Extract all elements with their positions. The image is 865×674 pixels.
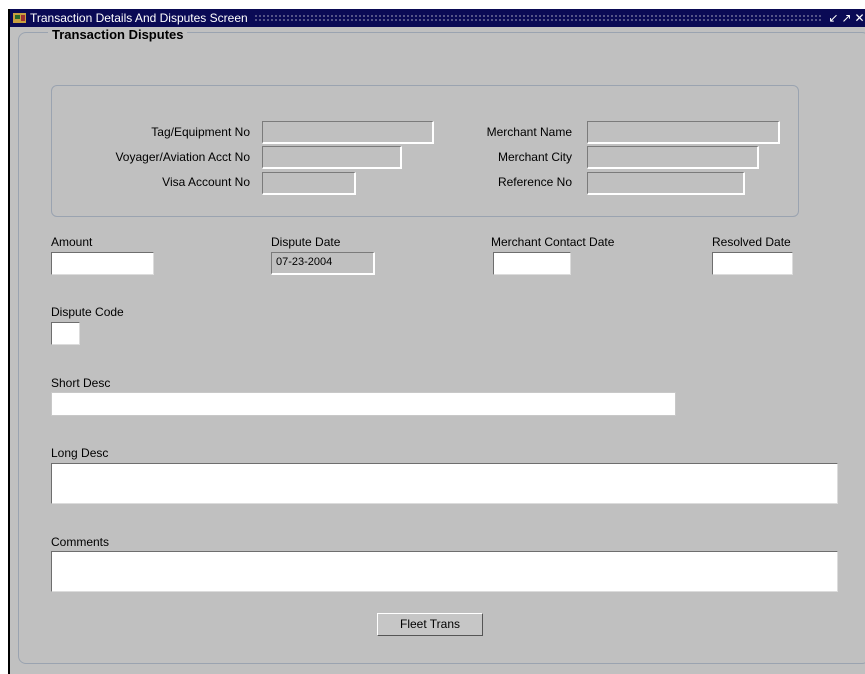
close-icon[interactable]: ✕	[854, 11, 865, 25]
amount-label: Amount	[51, 235, 93, 249]
merchant-name-field[interactable]	[587, 121, 780, 144]
voyager-aviation-acct-no-label: Voyager/Aviation Acct No	[115, 150, 250, 164]
fleet-trans-button[interactable]: Fleet Trans	[377, 613, 483, 636]
short-desc-field[interactable]	[51, 392, 676, 416]
long-desc-label: Long Desc	[51, 446, 109, 460]
reference-no-label: Reference No	[497, 175, 572, 189]
dispute-date-field[interactable]: 07-23-2004	[271, 252, 375, 275]
reference-no-field[interactable]	[587, 172, 745, 195]
minimize-icon[interactable]: ↙	[828, 11, 839, 25]
maximize-icon[interactable]: ↗	[841, 11, 852, 25]
amount-field[interactable]	[51, 252, 154, 275]
dispute-date-label: Dispute Date	[271, 235, 341, 249]
merchant-contact-date-label: Merchant Contact Date	[491, 235, 615, 249]
visa-account-no-label: Visa Account No	[162, 175, 250, 189]
dispute-code-field[interactable]	[51, 322, 80, 345]
app-icon	[13, 13, 26, 23]
short-desc-label: Short Desc	[51, 376, 111, 390]
voyager-aviation-acct-no-field[interactable]	[262, 146, 402, 169]
merchant-city-field[interactable]	[587, 146, 759, 169]
resolved-date-field[interactable]	[712, 252, 793, 275]
merchant-contact-date-field[interactable]	[493, 252, 571, 275]
long-desc-field[interactable]	[51, 463, 838, 504]
title-bar[interactable]: Transaction Details And Disputes Screen …	[10, 9, 865, 27]
merchant-name-label: Merchant Name	[486, 125, 572, 139]
group-title: Transaction Disputes	[48, 27, 188, 42]
visa-account-no-field[interactable]	[262, 172, 356, 195]
title-bar-pattern	[253, 13, 822, 23]
tag-equipment-no-field[interactable]	[262, 121, 434, 144]
window-title: Transaction Details And Disputes Screen	[30, 11, 248, 25]
dispute-code-label: Dispute Code	[51, 305, 124, 319]
comments-label: Comments	[51, 535, 110, 549]
tag-equipment-no-label: Tag/Equipment No	[151, 125, 250, 139]
comments-field[interactable]	[51, 551, 838, 592]
resolved-date-label: Resolved Date	[712, 235, 791, 249]
merchant-city-label: Merchant City	[497, 150, 572, 164]
